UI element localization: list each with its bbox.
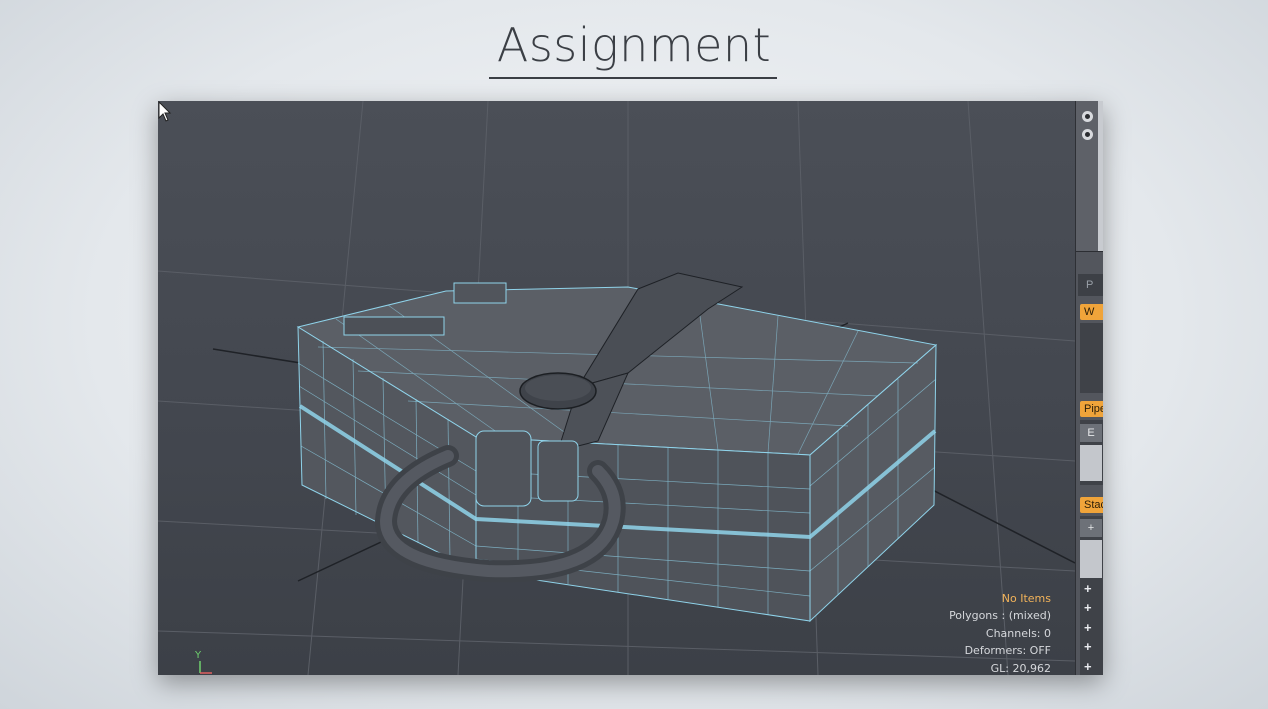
expand-plus-icon[interactable]: + [1084,582,1092,595]
title-underline [489,77,777,79]
expand-plus-icon[interactable]: + [1084,640,1092,653]
mouse-pointer-icon [158,101,172,122]
e-button[interactable]: E [1080,424,1102,442]
expand-plus-icon[interactable]: + [1084,621,1092,634]
viewport-scene [158,101,1075,675]
tag-pipeline[interactable]: Pipeline [1080,401,1103,417]
visibility-eye-icon[interactable] [1082,129,1093,140]
axis-y-label: Y [195,650,202,661]
deformers-status: Deformers: OFF [964,644,1051,657]
stack-list[interactable] [1080,540,1102,578]
pipeline-field[interactable] [1080,445,1102,481]
gl-status: GL: 20,962 [990,661,1051,675]
properties-side-panel: P W Pipeline E Stack + + + + + + [1075,101,1103,675]
tag-w[interactable]: W [1080,304,1103,320]
expand-plus-icon[interactable]: + [1084,660,1092,673]
axis-gizmo [199,661,212,674]
viewport-info-overlay: No Items Polygons : (mixed) Channels: 0 … [949,590,1051,676]
item-list-pane [1076,101,1103,252]
channels-status: Channels: 0 [985,626,1051,640]
panel-tab[interactable]: P [1078,274,1103,296]
slide-title: Assignment [496,18,772,72]
app-window: Y No Items Polygons : (mixed) Channels: … [158,101,1103,675]
expand-plus-icon[interactable]: + [1084,601,1092,614]
selection-status: No Items [1001,591,1051,605]
briefcase-model [296,272,938,623]
w-pane [1080,323,1103,393]
add-layer-button[interactable]: + [1080,519,1102,537]
visibility-eye-icon[interactable] [1082,111,1093,122]
polygons-status: Polygons : (mixed) [949,609,1051,622]
tag-stack[interactable]: Stack [1080,497,1103,513]
3d-viewport[interactable]: Y No Items Polygons : (mixed) Channels: … [158,101,1075,675]
item-list-scrollbar[interactable] [1098,101,1103,251]
